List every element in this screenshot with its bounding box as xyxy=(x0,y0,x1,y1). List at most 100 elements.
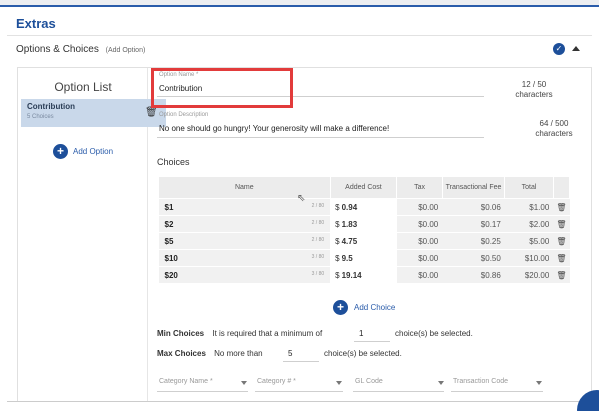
divider xyxy=(7,401,592,402)
choice-char-count: 2 / 80 xyxy=(311,203,325,209)
max-choices-label: Max Choices xyxy=(157,349,206,358)
choice-char-count: 3 / 80 xyxy=(311,254,325,260)
chevron-down-icon xyxy=(536,381,542,385)
choice-tax: $0.00 xyxy=(396,249,443,267)
choice-cost-input[interactable]: $9.5 xyxy=(330,249,397,267)
option-item-name: Contribution xyxy=(27,102,75,111)
trash-icon[interactable]: 🗑 xyxy=(553,198,570,216)
choice-cost: 1.83 xyxy=(341,219,358,229)
choice-name: $20 xyxy=(164,270,178,280)
trash-icon[interactable]: 🗑 xyxy=(145,107,158,118)
choice-name: $2 xyxy=(164,219,174,229)
choices-table: Name Added Cost Tax Transactional Fee To… xyxy=(158,176,571,284)
choice-char-count: 3 / 80 xyxy=(311,271,325,277)
option-list-column: Option List Contribution 5 Choices 🗑 + A… xyxy=(18,68,166,401)
min-choices-input[interactable]: 1 xyxy=(359,329,363,338)
min-choices-suffix: choice(s) be selected. xyxy=(395,329,473,338)
option-item-count: 5 Choices xyxy=(27,114,54,120)
choice-fee: $0.50 xyxy=(442,249,505,267)
choice-tax: $0.00 xyxy=(396,232,443,250)
chevron-down-icon xyxy=(438,381,444,385)
choice-cost: 9.5 xyxy=(341,253,353,263)
max-choices-row: Max Choices No more than xyxy=(157,349,263,358)
select-underline xyxy=(451,391,543,392)
min-choices-underline xyxy=(354,341,390,342)
option-description-label: Option Description xyxy=(159,112,209,118)
section-title: Extras xyxy=(16,16,56,31)
choice-name-input[interactable]: $5 2 / 80 xyxy=(158,232,331,250)
col-added-cost: Added Cost xyxy=(329,176,398,199)
choice-tax: $0.00 xyxy=(396,198,443,216)
choice-name: $1 xyxy=(164,202,174,212)
option-name-count: 12 / 50 xyxy=(521,80,547,89)
choice-char-count: 2 / 80 xyxy=(311,237,325,243)
option-list-title: Option List xyxy=(54,80,112,94)
table-row: $10 3 / 80 $9.5 $0.00 $0.50 $10.00 🗑 xyxy=(158,249,570,267)
mouse-cursor-icon: ⇖ xyxy=(297,193,306,204)
choice-cost-input[interactable]: $0.94 xyxy=(330,198,397,216)
choice-fee: $0.06 xyxy=(442,198,505,216)
table-row: $2 2 / 80 $1.83 $0.00 $0.17 $2.00 🗑 xyxy=(158,215,570,233)
option-description-input[interactable]: No one should go hungry! Your generosity… xyxy=(159,124,389,133)
option-description-count: 64 / 500 xyxy=(539,119,569,128)
min-choices-prefix: It is required that a minimum of xyxy=(212,329,323,338)
currency-symbol: $ xyxy=(335,219,340,229)
col-fee: Transactional Fee xyxy=(441,176,506,199)
trash-icon[interactable]: 🗑 xyxy=(553,266,570,284)
choice-total: $1.00 xyxy=(504,198,554,216)
trash-icon[interactable]: 🗑 xyxy=(553,232,570,250)
col-total: Total xyxy=(504,176,554,199)
choice-tax: $0.00 xyxy=(396,266,443,284)
collapse-caret-icon[interactable] xyxy=(572,46,580,51)
option-name-count-unit: characters xyxy=(515,90,553,99)
min-choices-label: Min Choices xyxy=(157,329,205,338)
max-choices-prefix: No more than xyxy=(214,349,263,358)
choice-cost: 19.14 xyxy=(341,270,362,280)
choice-cost-input[interactable]: $19.14 xyxy=(330,266,397,284)
chevron-down-icon xyxy=(241,381,247,385)
select-underline xyxy=(255,391,343,392)
choice-name-input[interactable]: $10 3 / 80 xyxy=(158,249,331,267)
category-number-select[interactable]: Category # * xyxy=(257,378,296,385)
highlight-box xyxy=(151,68,293,108)
choice-name-input[interactable]: $2 2 / 80 xyxy=(158,215,331,233)
choice-total: $2.00 xyxy=(504,215,554,233)
currency-symbol: $ xyxy=(335,253,340,263)
choice-name-input[interactable]: $20 3 / 80 xyxy=(158,266,331,284)
choice-fee: $0.25 xyxy=(442,232,505,250)
option-description-underline xyxy=(157,137,484,138)
table-row: $1 2 / 80 $0.94 $0.00 $0.06 $1.00 🗑 xyxy=(158,198,570,216)
plus-icon: + xyxy=(53,144,68,159)
top-bar xyxy=(0,0,599,7)
add-option-link[interactable]: (Add Option) xyxy=(106,47,146,54)
max-choices-input[interactable]: 5 xyxy=(288,349,292,358)
option-description-counter: 64 / 500 characters xyxy=(525,119,583,139)
add-choice-button[interactable]: + Add Choice xyxy=(333,300,395,315)
col-actions xyxy=(552,176,571,199)
option-list-item[interactable]: Contribution 5 Choices 🗑 xyxy=(21,99,166,127)
chevron-down-icon xyxy=(336,381,342,385)
choice-total: $10.00 xyxy=(504,249,554,267)
add-option-button[interactable]: + Add Option xyxy=(53,144,113,159)
gl-code-select[interactable]: GL Code xyxy=(355,378,383,385)
option-name-counter: 12 / 50 characters xyxy=(505,80,563,100)
min-choices-row: Min Choices It is required that a minimu… xyxy=(157,329,322,338)
choice-name: $5 xyxy=(164,236,174,246)
trash-icon[interactable]: 🗑 xyxy=(553,249,570,267)
transaction-code-select[interactable]: Transaction Code xyxy=(453,378,508,385)
add-option-label: Add Option xyxy=(73,147,114,156)
add-choice-label: Add Choice xyxy=(354,303,396,312)
currency-symbol: $ xyxy=(335,270,340,280)
trash-icon[interactable]: 🗑 xyxy=(553,215,570,233)
choice-total: $20.00 xyxy=(504,266,554,284)
choice-total: $5.00 xyxy=(504,232,554,250)
choice-cost: 4.75 xyxy=(341,236,358,246)
options-header-title: Options & Choices xyxy=(16,44,99,55)
max-choices-underline xyxy=(283,361,319,362)
choice-char-count: 2 / 80 xyxy=(311,220,325,226)
choice-cost-input[interactable]: $1.83 xyxy=(330,215,397,233)
category-name-select[interactable]: Category Name * xyxy=(159,378,213,385)
col-tax: Tax xyxy=(396,176,443,199)
option-description-count-unit: characters xyxy=(535,129,573,138)
choice-cost-input[interactable]: $4.75 xyxy=(330,232,397,250)
